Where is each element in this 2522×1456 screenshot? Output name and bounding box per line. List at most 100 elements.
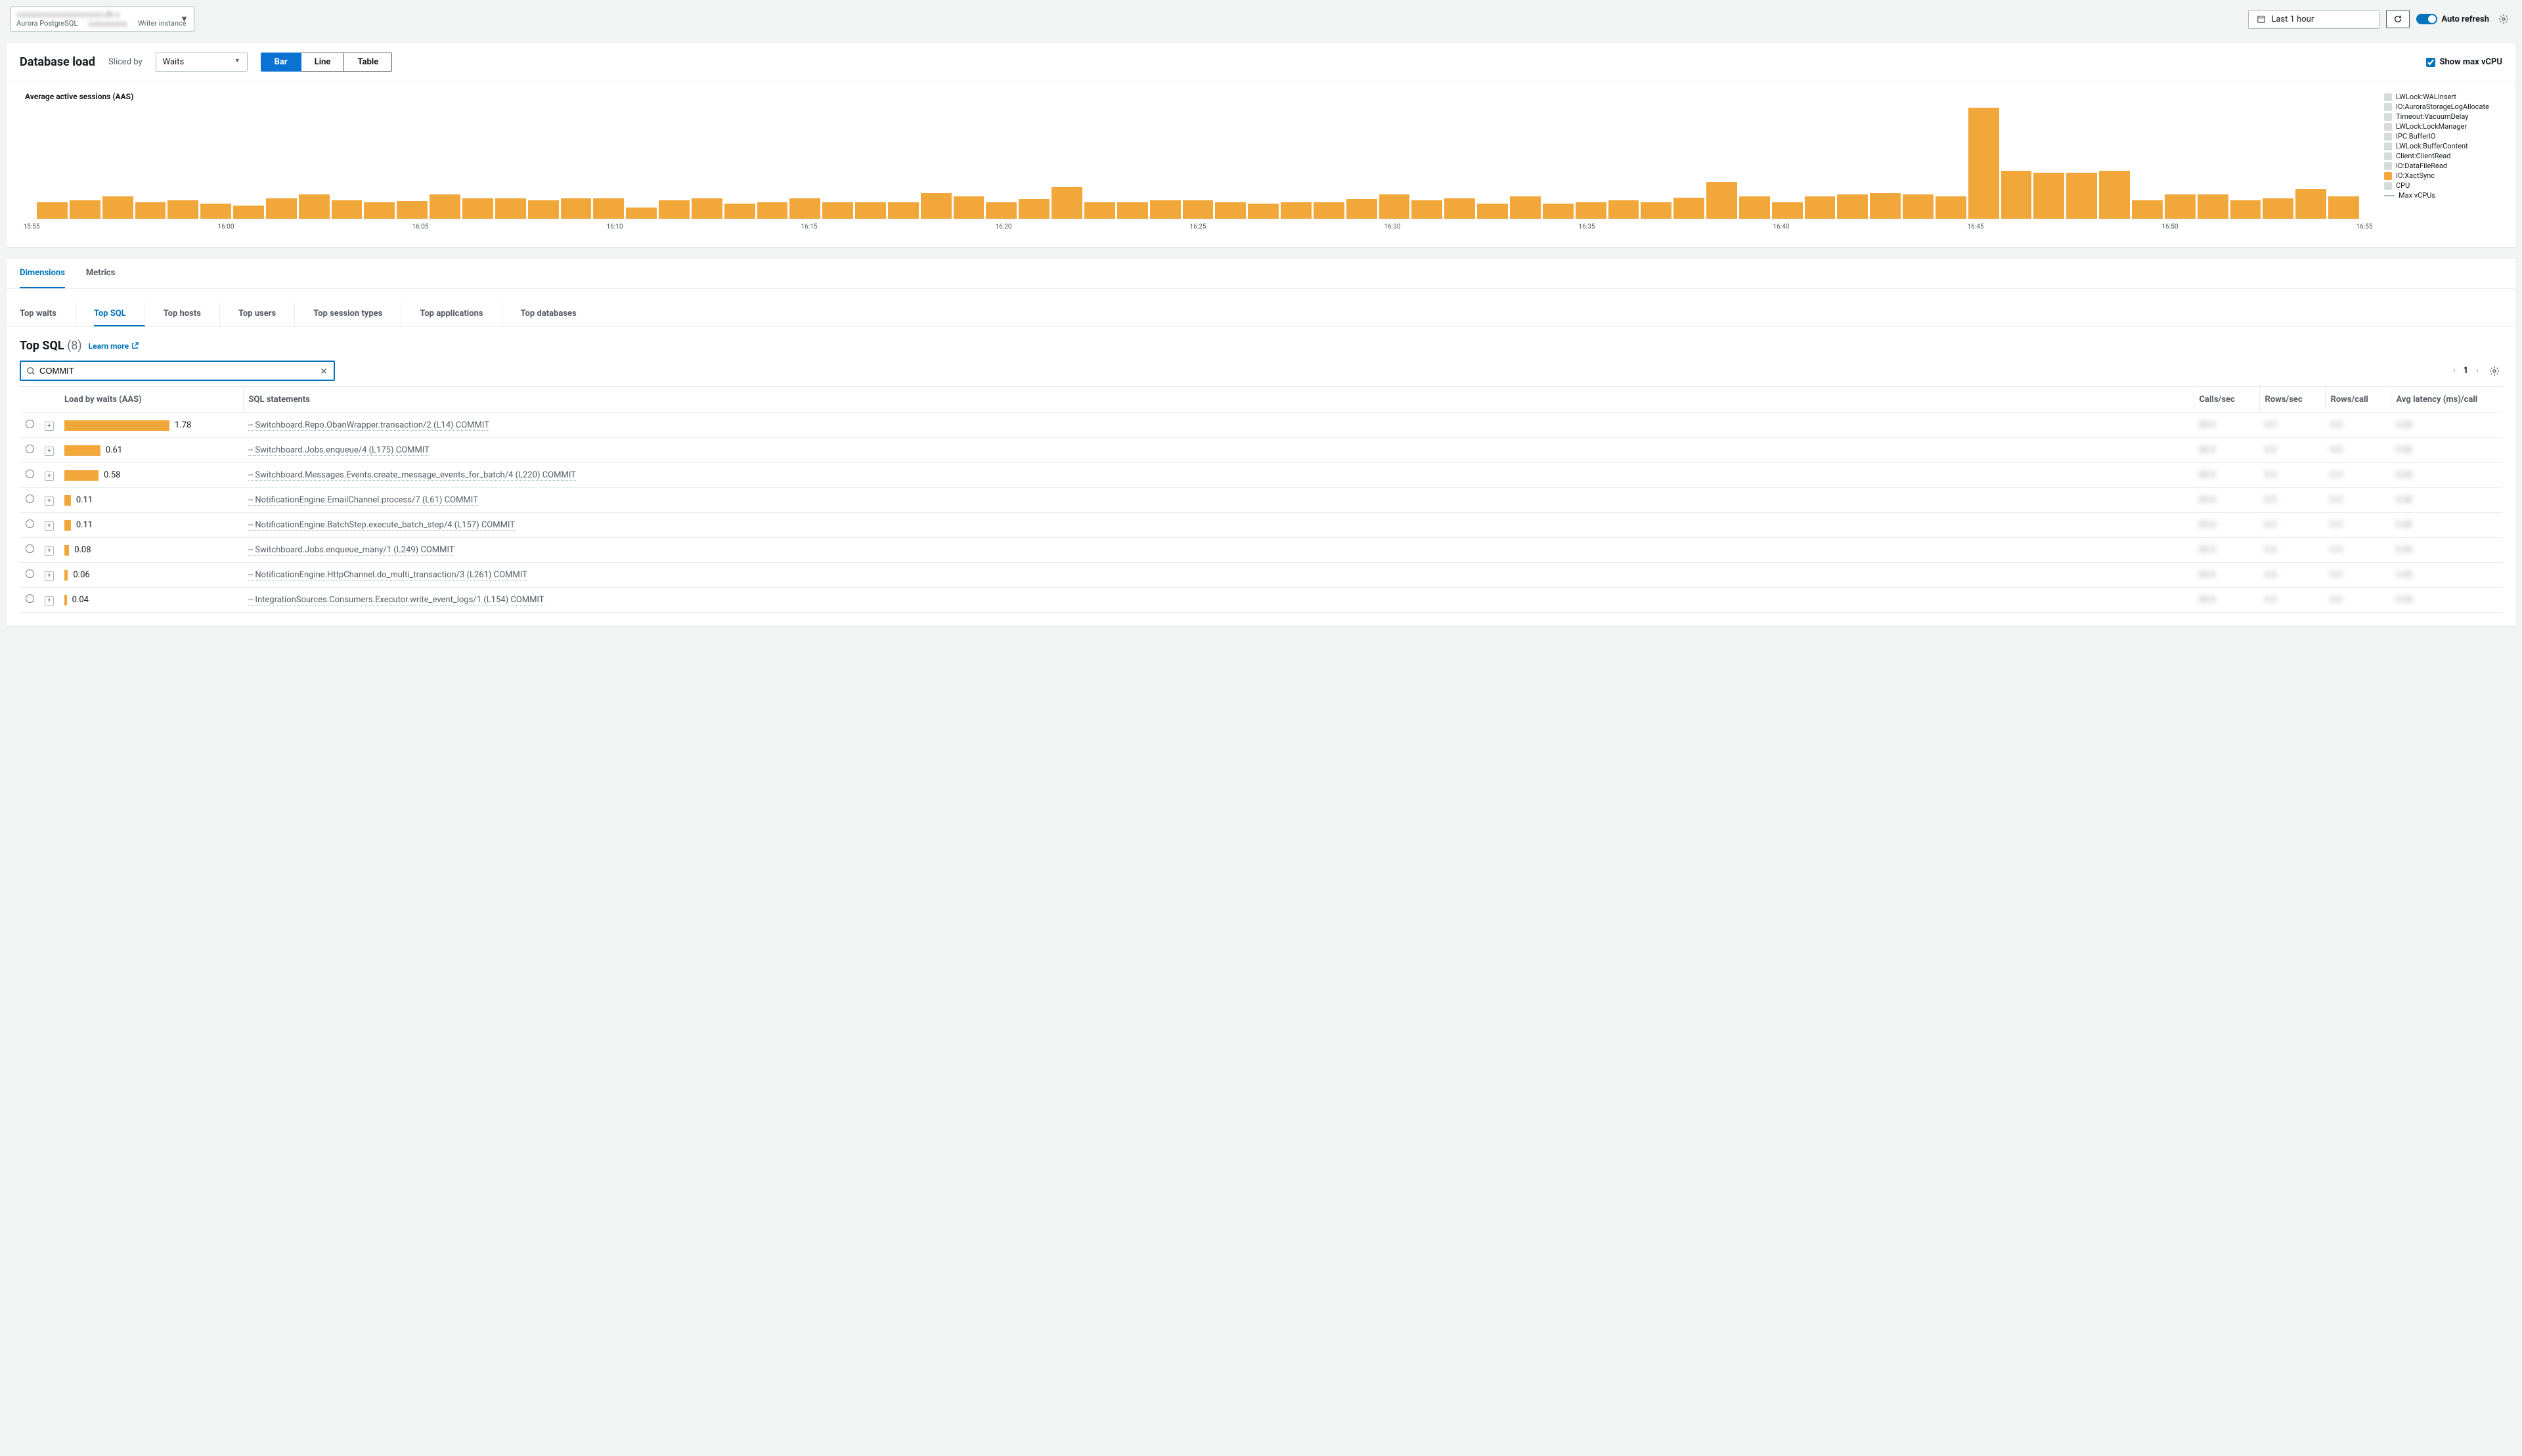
settings-button[interactable] xyxy=(2496,11,2511,27)
chart-bar xyxy=(921,193,952,219)
chart-bar xyxy=(1739,196,1770,219)
sql-search-input[interactable] xyxy=(35,366,319,376)
legend-item[interactable]: CPU xyxy=(2384,181,2502,190)
sql-statement-link[interactable]: -- IntegrationSources.Consumers.Executor… xyxy=(248,595,544,606)
calls-sec-value: 00.0 xyxy=(2194,538,2259,563)
col-latency[interactable]: Avg latency (ms)/call xyxy=(2391,387,2502,413)
refresh-button[interactable] xyxy=(2386,10,2410,28)
view-line-button[interactable]: Line xyxy=(301,53,345,72)
dim-tab-top-databases[interactable]: Top databases xyxy=(521,302,595,326)
col-calls[interactable]: Calls/sec xyxy=(2194,387,2259,413)
pager-next[interactable]: › xyxy=(2476,366,2479,376)
time-range-selector[interactable]: Last 1 hour xyxy=(2248,10,2379,29)
x-tick: 16:25 xyxy=(1190,223,1206,231)
row-radio[interactable] xyxy=(26,420,34,428)
legend-item[interactable]: Timeout:VacuumDelay xyxy=(2384,112,2502,121)
chart-bar xyxy=(299,194,330,219)
sliced-by-label: Sliced by xyxy=(108,57,143,67)
legend-item[interactable]: IO:DataFileRead xyxy=(2384,161,2502,171)
row-radio[interactable] xyxy=(26,519,34,528)
load-value: 0.04 xyxy=(72,595,89,605)
row-radio[interactable] xyxy=(26,569,34,578)
table-row: +0.06-- NotificationEngine.HttpChannel.d… xyxy=(20,563,2502,588)
legend-item[interactable]: IO:XactSync xyxy=(2384,171,2502,181)
row-radio[interactable] xyxy=(26,495,34,503)
col-rows-sec[interactable]: Rows/sec xyxy=(2259,387,2325,413)
expand-button[interactable]: + xyxy=(45,447,54,456)
sql-statement-link[interactable]: -- Switchboard.Repo.ObanWrapper.transact… xyxy=(248,420,489,431)
expand-button[interactable]: + xyxy=(45,496,54,506)
legend-item[interactable]: Max vCPUs xyxy=(2384,190,2502,200)
sliced-by-select[interactable]: Waits xyxy=(156,53,248,72)
dim-tab-top-applications[interactable]: Top applications xyxy=(420,302,502,326)
instance-selector[interactable]: xxxxxxxxxxxxxxxxxxxxxx-db-x Aurora Postg… xyxy=(11,7,194,32)
sql-statement-link[interactable]: -- NotificationEngine.BatchStep.execute_… xyxy=(248,520,515,531)
row-radio[interactable] xyxy=(26,445,34,453)
legend-item[interactable]: Client:ClientRead xyxy=(2384,151,2502,161)
chart-bar xyxy=(332,200,363,219)
dim-tab-top-hosts[interactable]: Top hosts xyxy=(164,302,220,326)
sql-search-box[interactable] xyxy=(20,361,335,381)
view-bar-button[interactable]: Bar xyxy=(261,53,301,72)
dim-tab-top-waits[interactable]: Top waits xyxy=(20,302,76,326)
rows-sec-value: 0.0 xyxy=(2259,488,2325,513)
legend-item[interactable]: LWLock:BufferContent xyxy=(2384,141,2502,151)
legend-item[interactable]: LWLock:WALInsert xyxy=(2384,92,2502,102)
row-radio[interactable] xyxy=(26,470,34,478)
sql-statement-link[interactable]: -- NotificationEngine.HttpChannel.do_mul… xyxy=(248,570,527,581)
expand-button[interactable]: + xyxy=(45,521,54,531)
expand-button[interactable]: + xyxy=(45,596,54,606)
row-radio[interactable] xyxy=(26,544,34,553)
chart-bar xyxy=(70,200,100,219)
rows-call-value: 0.0 xyxy=(2325,513,2391,538)
legend-label: Client:ClientRead xyxy=(2396,152,2451,160)
table-row: +0.61-- Switchboard.Jobs.enqueue/4 (L175… xyxy=(20,438,2502,463)
latency-value: 0.00 xyxy=(2391,563,2502,588)
calls-sec-value: 00.0 xyxy=(2194,588,2259,613)
rows-sec-value: 0.0 xyxy=(2259,513,2325,538)
chart-bar xyxy=(2132,200,2163,219)
chart-bar xyxy=(1968,108,1999,219)
sql-statement-link[interactable]: -- Switchboard.Messages.Events.create_me… xyxy=(248,470,576,481)
sql-statement-link[interactable]: -- Switchboard.Jobs.enqueue/4 (L175) COM… xyxy=(248,445,430,456)
load-value: 0.11 xyxy=(76,495,93,505)
col-sql[interactable]: SQL statements xyxy=(243,387,2194,413)
expand-button[interactable]: + xyxy=(45,472,54,481)
top-sql-count: (8) xyxy=(67,339,82,353)
col-rows-call[interactable]: Rows/call xyxy=(2325,387,2391,413)
auto-refresh-toggle[interactable]: Auto refresh xyxy=(2416,14,2489,24)
legend-item[interactable]: LWLock:LockManager xyxy=(2384,121,2502,131)
chart-bar xyxy=(37,202,68,219)
dimensions-panel: Dimensions Metrics Top waits Top SQL Top h… xyxy=(7,259,2515,626)
tab-dimensions[interactable]: Dimensions xyxy=(20,259,65,288)
chart-bar xyxy=(789,198,820,219)
dim-tab-top-session-types[interactable]: Top session types xyxy=(313,302,401,326)
tab-metrics[interactable]: Metrics xyxy=(86,259,115,288)
chart-bar xyxy=(1543,204,1574,219)
sql-statement-link[interactable]: -- NotificationEngine.EmailChannel.proce… xyxy=(248,495,478,506)
table-pager: ‹ 1 › xyxy=(2453,363,2502,379)
row-radio[interactable] xyxy=(26,594,34,603)
legend-label: IPC:BufferIO xyxy=(2396,132,2435,141)
expand-button[interactable]: + xyxy=(45,546,54,556)
dim-tab-top-sql[interactable]: Top SQL xyxy=(94,302,145,326)
chart-bars xyxy=(32,108,2364,219)
chart-bar xyxy=(1248,204,1279,219)
load-bar xyxy=(64,545,69,556)
expand-button[interactable]: + xyxy=(45,571,54,581)
show-max-vcpu-checkbox[interactable]: Show max vCPU xyxy=(2426,57,2502,67)
table-settings-button[interactable] xyxy=(2487,363,2502,379)
clear-search-icon[interactable] xyxy=(319,366,328,376)
legend-item[interactable]: IO:AuroraStorageLogAllocate xyxy=(2384,102,2502,112)
legend-item[interactable]: IPC:BufferIO xyxy=(2384,131,2502,141)
learn-more-link[interactable]: Learn more xyxy=(89,342,139,351)
sql-statement-link[interactable]: -- Switchboard.Jobs.enqueue_many/1 (L249… xyxy=(248,545,454,556)
dim-tab-top-users[interactable]: Top users xyxy=(238,302,295,326)
view-table-button[interactable]: Table xyxy=(344,53,392,72)
expand-button[interactable]: + xyxy=(45,422,54,431)
chart-bar xyxy=(561,198,592,219)
pager-prev[interactable]: ‹ xyxy=(2453,366,2456,376)
time-range-label: Last 1 hour xyxy=(2271,14,2314,24)
chart-bar xyxy=(1477,204,1508,219)
col-load[interactable]: Load by waits (AAS) xyxy=(59,387,243,413)
